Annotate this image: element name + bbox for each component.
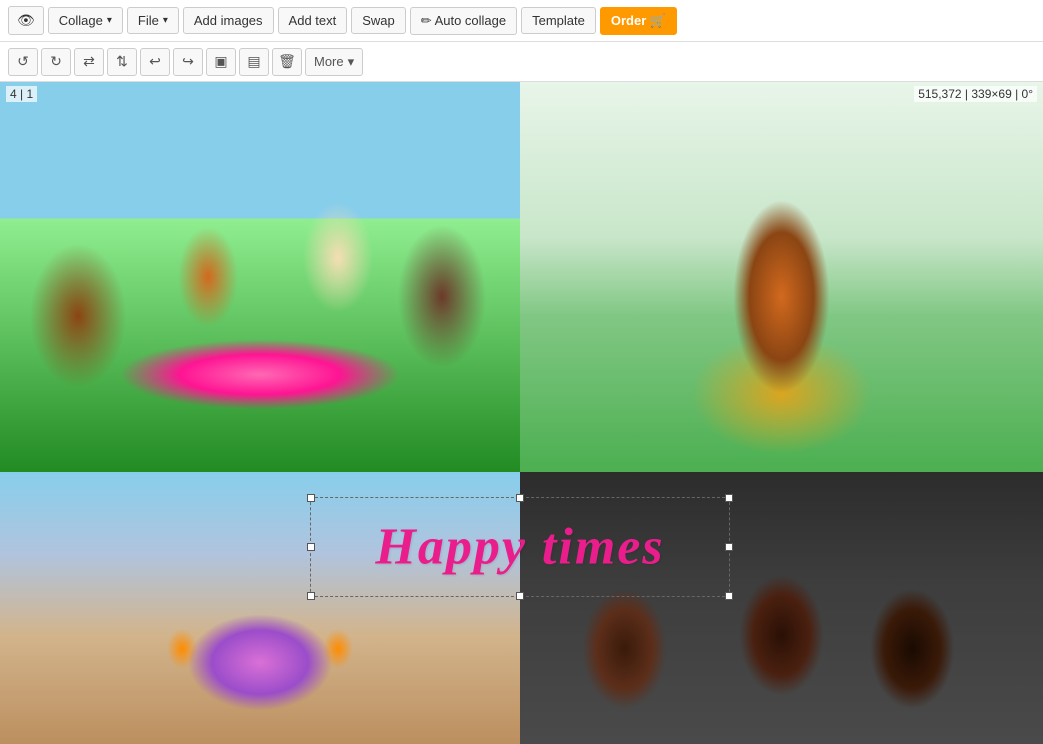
flip-horizontal-button[interactable]: ⇄ [74,48,104,76]
undo-button[interactable]: ↩ [140,48,170,76]
add-images-label: Add images [194,13,263,28]
eye-button[interactable]: 👁 [8,6,44,35]
frame-icon: ▤ [247,53,260,70]
flip-v-icon: ⇅ [116,53,128,70]
add-text-label: Add text [289,13,337,28]
photo-cell-2[interactable] [520,82,1043,472]
more-label: More [314,54,344,69]
collage-grid [0,82,1043,744]
status-left: 4 | 1 [6,86,37,102]
eye-icon: 👁 [17,12,35,29]
trash-icon: 🗑 [278,53,296,70]
auto-collage-button[interactable]: ✏ Auto collage [410,7,517,35]
photo-cell-4[interactable] [520,472,1043,744]
swap-button[interactable]: Swap [351,7,406,34]
rotate-right-button[interactable]: ↻ [41,48,71,76]
redo-button[interactable]: ↪ [173,48,203,76]
canvas-area: 4 | 1 515,372 | 339×69 | 0° Happy times [0,82,1043,744]
status-right: 515,372 | 339×69 | 0° [914,86,1037,102]
order-label: Order 🛒 [611,13,666,29]
second-toolbar: ↺ ↻ ⇄ ⇅ ↩ ↪ ▣ ▤ 🗑 More ▾ [0,42,1043,82]
photo-cell-3[interactable] [0,472,520,744]
delete-button[interactable]: 🗑 [272,48,302,76]
collage-button[interactable]: Collage ▾ [48,7,123,34]
auto-collage-label: ✏ Auto collage [421,13,506,29]
status-right-text: 515,372 | 339×69 | 0° [918,87,1033,101]
file-button[interactable]: File ▾ [127,7,179,34]
add-text-button[interactable]: Add text [278,7,348,34]
order-button[interactable]: Order 🛒 [600,7,677,35]
template-button[interactable]: Template [521,7,596,34]
top-toolbar: 👁 Collage ▾ File ▾ Add images Add text S… [0,0,1043,42]
add-images-button[interactable]: Add images [183,7,274,34]
frame-button[interactable]: ▤ [239,48,269,76]
collage-label: Collage [59,13,103,28]
template-label: Template [532,13,585,28]
file-label: File [138,13,159,28]
file-dropdown-arrow: ▾ [163,15,168,26]
collage-dropdown-arrow: ▾ [107,15,112,26]
flip-vertical-button[interactable]: ⇅ [107,48,137,76]
crop-button[interactable]: ▣ [206,48,236,76]
rotate-right-icon: ↻ [50,53,62,70]
undo-icon: ↩ [149,53,161,70]
swap-label: Swap [362,13,395,28]
redo-icon: ↪ [182,53,194,70]
more-dropdown-arrow: ▾ [348,54,355,70]
status-left-text: 4 | 1 [10,87,33,101]
rotate-left-icon: ↺ [17,53,29,70]
crop-icon: ▣ [214,53,227,70]
flip-h-icon: ⇄ [83,53,95,70]
more-button[interactable]: More ▾ [305,48,363,76]
rotate-left-button[interactable]: ↺ [8,48,38,76]
photo-cell-1[interactable] [0,82,520,472]
